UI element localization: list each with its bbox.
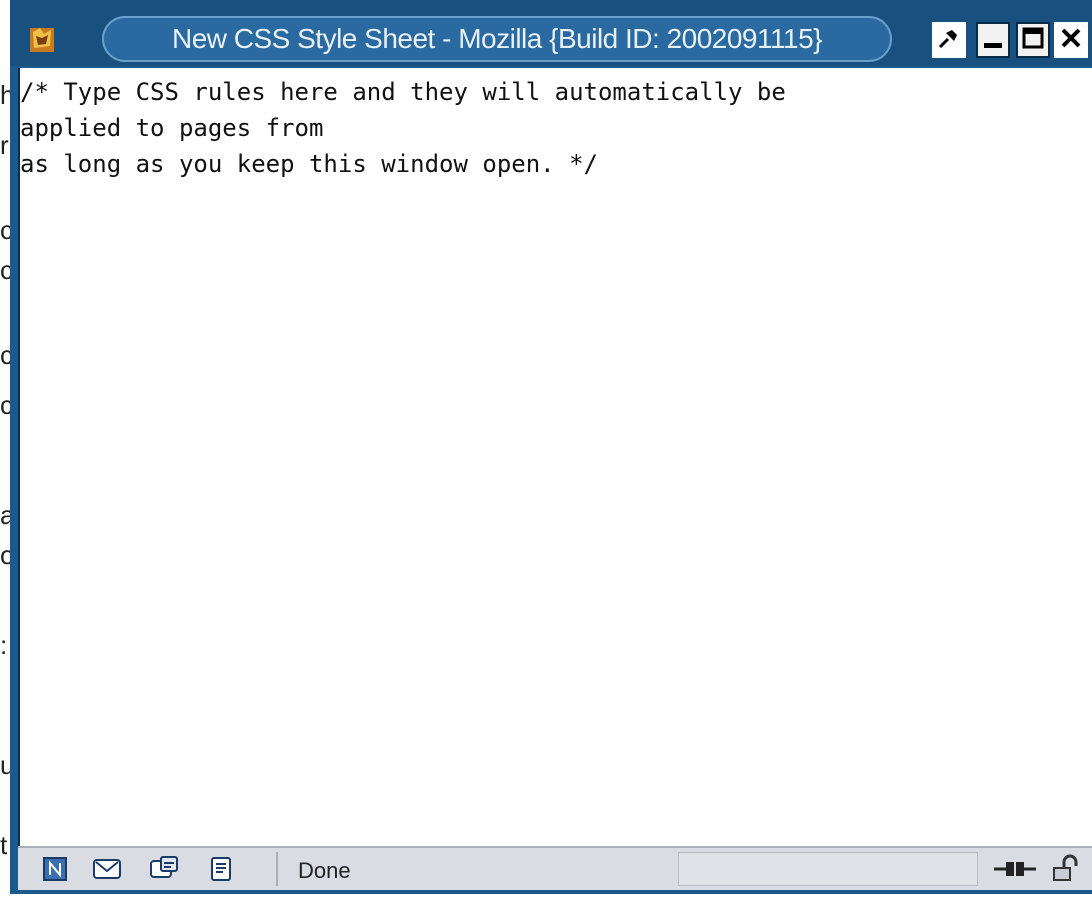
mozilla-app-icon[interactable] [28, 24, 56, 54]
css-editor-textarea[interactable]: /* Type CSS rules here and they will aut… [18, 68, 1092, 846]
minimize-icon [981, 26, 1005, 54]
title-pill: New CSS Style Sheet - Mozilla {Build ID:… [102, 16, 892, 62]
status-bar: Done [18, 846, 1092, 890]
minimize-button[interactable] [976, 22, 1010, 58]
security-lock-icon[interactable] [1048, 854, 1082, 884]
composer-icon[interactable] [148, 854, 182, 884]
close-button[interactable] [1054, 22, 1088, 58]
mail-icon[interactable] [90, 854, 124, 884]
css-editor-content[interactable]: /* Type CSS rules here and they will aut… [20, 68, 1092, 182]
window-title: New CSS Style Sheet - Mozilla {Build ID:… [171, 23, 823, 54]
status-text: Done [298, 858, 351, 883]
maximize-icon [1021, 26, 1045, 54]
maximize-button[interactable] [1016, 22, 1050, 58]
navigator-icon[interactable] [38, 854, 72, 884]
progress-panel [678, 852, 978, 886]
pin-icon [936, 25, 962, 55]
status-separator [276, 852, 278, 886]
connection-icon[interactable] [990, 854, 1040, 884]
css-style-sheet-window: New CSS Style Sheet - Mozilla {Build ID:… [10, 0, 1092, 894]
address-book-icon[interactable] [204, 854, 238, 884]
pin-button[interactable] [932, 22, 966, 58]
titlebar[interactable]: New CSS Style Sheet - Mozilla {Build ID:… [10, 0, 1092, 66]
close-icon [1059, 26, 1083, 54]
